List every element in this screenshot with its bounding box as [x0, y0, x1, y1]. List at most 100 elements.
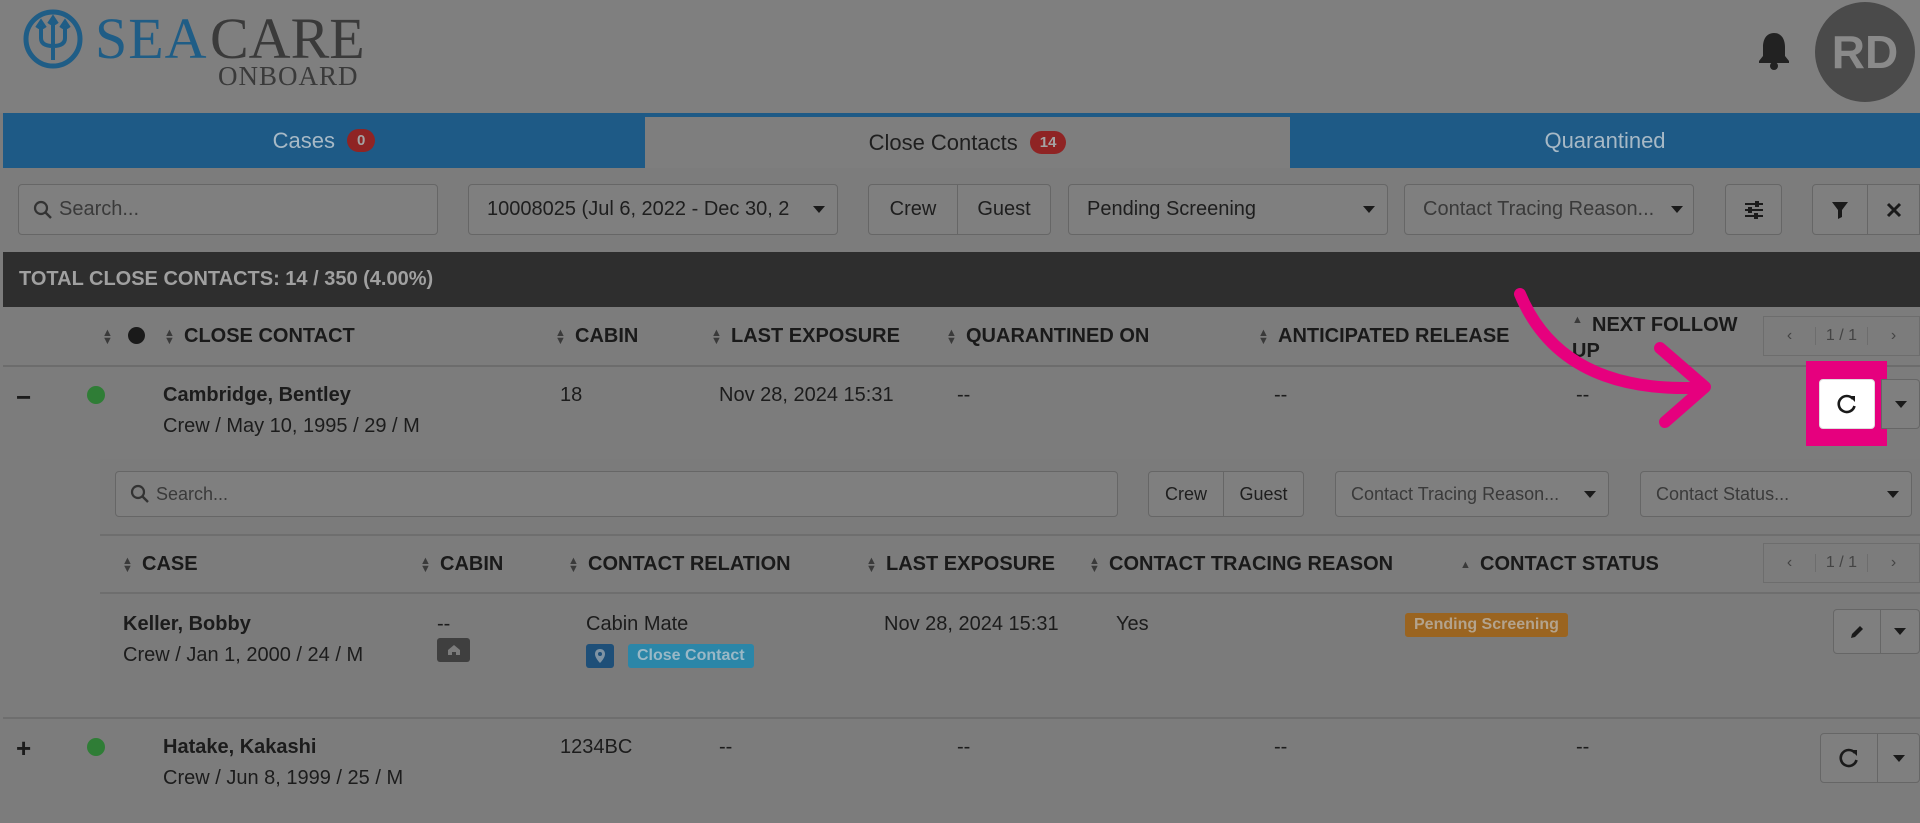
sub-contact-status-placeholder: Contact Status... [1656, 483, 1790, 504]
contact-details: Crew / Jun 8, 1999 / 25 / M [163, 767, 404, 789]
row-divider [3, 717, 1920, 719]
sort-asc-icon: ▲ [1460, 558, 1471, 571]
column-settings-button[interactable] [1725, 184, 1782, 235]
sort-icon: ▲ ▼ [711, 326, 722, 347]
contact-cabin: 18 [560, 384, 583, 406]
search-icon [130, 484, 149, 503]
app-header: SEA CARE ONBOARD RD [0, 0, 1920, 113]
sub-header-last-exposure[interactable]: ▲ ▼ LAST EXPOSURE [866, 553, 1055, 576]
next-page-icon[interactable]: › [1868, 554, 1919, 572]
notification-bell-icon[interactable] [1756, 30, 1792, 70]
search-placeholder: Search... [59, 198, 140, 220]
contact-anticipated-release: -- [1274, 736, 1288, 758]
guest-filter-button[interactable]: Guest [957, 184, 1051, 235]
header-quarantined-on[interactable]: ▲ ▼ QUARANTINED ON [946, 325, 1149, 348]
header-close-contact[interactable]: ▲ ▼ CLOSE CONTACT [164, 325, 355, 348]
location-pin-icon [586, 644, 614, 668]
contact-tracing-reason-placeholder: Contact Tracing Reason... [1423, 198, 1655, 220]
case-details: Crew / Jan 1, 2000 / 24 / M [123, 644, 364, 666]
tab-cases[interactable]: Cases 0 [3, 113, 645, 168]
sub-contact-status-select[interactable]: Contact Status... [1640, 471, 1912, 517]
sort-icon: ▲ ▼ [555, 326, 566, 347]
contact-status-badge: Pending Screening [1405, 613, 1568, 637]
prev-page-icon[interactable]: ‹ [1764, 327, 1815, 345]
trident-logo-icon [23, 9, 83, 69]
contact-relation: Cabin Mate [586, 613, 689, 635]
sub-header-case-label: CASE [142, 553, 198, 575]
sort-icon: ▲ ▼ [122, 554, 133, 575]
contact-cabin: 1234BC [560, 736, 633, 758]
search-input[interactable]: Search... [18, 184, 438, 235]
contact-quarantined-on: -- [957, 736, 971, 758]
prev-page-icon[interactable]: ‹ [1764, 554, 1815, 572]
sort-icon: ▲ ▼ [102, 326, 113, 347]
refresh-button[interactable] [1819, 379, 1875, 429]
sort-icon: ▲ ▼ [1089, 554, 1100, 575]
voyage-select[interactable]: 10008025 (Jul 6, 2022 - Dec 30, 2 [468, 184, 838, 235]
contact-tracing-reason-select[interactable]: Contact Tracing Reason... [1404, 184, 1694, 235]
sub-header-contact-status[interactable]: ▲ CONTACT STATUS [1460, 553, 1659, 576]
logo-text-care: CARE [210, 6, 365, 71]
header-anticipated-release[interactable]: ▲ ▼ ANTICIPATED RELEASE [1258, 325, 1510, 348]
logo-text-onboard: ONBOARD [218, 61, 359, 91]
tab-quarantined[interactable]: Quarantined [1290, 113, 1920, 168]
status-dot-header-icon [128, 327, 145, 344]
header-quarantined-on-label: QUARANTINED ON [966, 325, 1150, 347]
total-close-contacts-label: TOTAL CLOSE CONTACTS: 14 / 350 (4.00%) [19, 268, 434, 290]
sort-icon: ▲ ▼ [420, 554, 431, 575]
sort-icon: ▲ ▼ [866, 554, 877, 575]
contact-details: Crew / May 10, 1995 / 29 / M [163, 415, 420, 437]
header-last-exposure-label: LAST EXPOSURE [731, 325, 900, 347]
chevron-down-icon [1894, 628, 1906, 635]
sub-crew-filter-button[interactable]: Crew [1148, 471, 1224, 517]
row-actions-dropdown[interactable] [1881, 379, 1920, 429]
page-indicator: 1 / 1 [1815, 327, 1868, 345]
header-cabin-label: CABIN [575, 325, 639, 347]
sub-header-contact-relation[interactable]: ▲ ▼ CONTACT RELATION [568, 553, 791, 576]
crew-filter-button[interactable]: Crew [868, 184, 958, 235]
logo-text-sea: SEA [95, 6, 208, 71]
case-name[interactable]: Keller, Bobby [123, 613, 251, 636]
page-indicator: 1 / 1 [1815, 554, 1868, 572]
chevron-down-icon [1894, 400, 1907, 408]
close-contact-tag: Close Contact [628, 644, 754, 668]
filter-button[interactable] [1812, 184, 1868, 235]
sliders-icon [1744, 200, 1763, 219]
sub-guest-filter-button[interactable]: Guest [1223, 471, 1304, 517]
chevron-down-icon [813, 206, 825, 213]
contact-name[interactable]: Hatake, Kakashi [163, 736, 316, 759]
table-pagination: ‹ 1 / 1 › [1763, 316, 1920, 356]
sub-header-cabin-label: CABIN [440, 553, 504, 575]
sub-row-actions-dropdown[interactable] [1880, 609, 1920, 654]
contact-next-follow-up: -- [1576, 736, 1590, 758]
sub-header-last-exposure-label: LAST EXPOSURE [886, 553, 1055, 575]
sub-contact-tracing-reason-placeholder: Contact Tracing Reason... [1351, 483, 1560, 504]
contact-last-exposure: -- [719, 736, 733, 758]
status-select[interactable]: Pending Screening [1068, 184, 1388, 235]
next-page-icon[interactable]: › [1868, 327, 1919, 345]
case-last-exposure: Nov 28, 2024 15:31 [884, 613, 1059, 635]
sub-header-cabin[interactable]: ▲ ▼ CABIN [420, 553, 503, 576]
header-last-exposure[interactable]: ▲ ▼ LAST EXPOSURE [711, 325, 900, 348]
expand-row-toggle[interactable]: + [16, 733, 31, 764]
sort-icon: ▲ ▼ [164, 326, 175, 347]
edit-button[interactable] [1833, 609, 1881, 654]
header-close-contact-label: CLOSE CONTACT [184, 325, 355, 347]
row-actions-dropdown[interactable] [1877, 733, 1920, 783]
sub-header-case[interactable]: ▲ ▼ CASE [122, 553, 198, 576]
contact-name[interactable]: Cambridge, Bentley [163, 384, 351, 407]
sub-contact-tracing-reason-select[interactable]: Contact Tracing Reason... [1335, 471, 1609, 517]
clear-filters-button[interactable] [1867, 184, 1920, 235]
contact-last-exposure: Nov 28, 2024 15:31 [719, 384, 894, 406]
sub-header-contact-tracing-reason[interactable]: ▲ ▼ CONTACT TRACING REASON [1089, 553, 1393, 576]
sort-status-header[interactable]: ▲ ▼ [102, 325, 122, 348]
chevron-down-icon [1887, 490, 1899, 498]
tab-close-contacts[interactable]: Close Contacts 14 [645, 113, 1290, 168]
status-dot-icon [87, 386, 105, 404]
user-avatar[interactable]: RD [1815, 2, 1915, 102]
sort-icon: ▲ ▼ [946, 326, 957, 347]
sub-search-input[interactable]: Search... [115, 471, 1118, 517]
collapse-row-toggle[interactable]: − [16, 382, 31, 413]
refresh-button[interactable] [1820, 733, 1878, 783]
header-cabin[interactable]: ▲ ▼ CABIN [555, 325, 638, 348]
